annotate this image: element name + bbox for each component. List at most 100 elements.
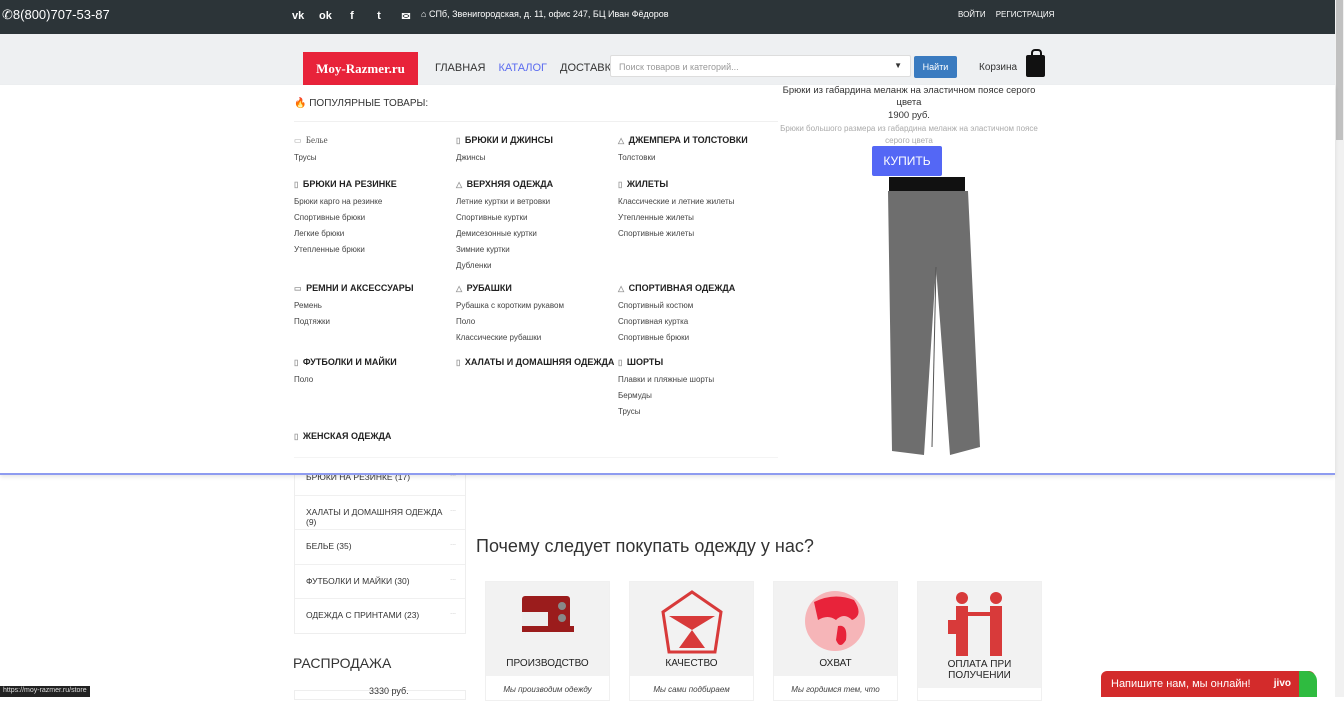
divider bbox=[294, 457, 778, 458]
phone-number[interactable]: ✆8(800)707-53-87 bbox=[2, 7, 110, 23]
sale-heading: РАСПРОДАЖА bbox=[293, 655, 392, 671]
card-label: ПРОИЗВОДСТВО bbox=[506, 658, 589, 669]
menu-item[interactable]: Классические и летние жилеты bbox=[618, 197, 778, 206]
sidebar-item[interactable]: ОДЕЖДА С ПРИНТАМИ (23) bbox=[295, 598, 465, 633]
divider bbox=[294, 121, 778, 122]
menu-item[interactable]: Классические рубашки bbox=[456, 333, 616, 342]
category-title: РЕМНИ И АКСЕССУАРЫ bbox=[306, 283, 414, 293]
menu-item[interactable]: Дубленки bbox=[456, 261, 616, 270]
category-heading[interactable]: ▯ ШОРТЫ bbox=[618, 357, 778, 367]
logo[interactable]: Moy-Razmer.ru bbox=[303, 52, 418, 85]
chat-widget[interactable]: Напишите нам, мы онлайн! jivo bbox=[1101, 671, 1317, 697]
menu-item[interactable]: Трусы bbox=[618, 407, 778, 416]
menu-item[interactable]: Брюки карго на резинке bbox=[294, 197, 454, 206]
card-label: ОПЛАТА ПРИ ПОЛУЧЕНИИ bbox=[947, 659, 1012, 681]
menu-item[interactable]: Демисезонные куртки bbox=[456, 229, 616, 238]
buy-button[interactable]: КУПИТЬ bbox=[872, 146, 942, 176]
menu-item[interactable]: Поло bbox=[456, 317, 616, 326]
menu-category: ▭ РЕМНИ И АКСЕССУАРЫ Ремень Подтяжки bbox=[294, 283, 454, 333]
cart-link[interactable]: Корзина bbox=[979, 62, 1017, 73]
category-heading[interactable]: △ ДЖЕМПЕРА И ТОЛСТОВКИ bbox=[618, 135, 778, 145]
sidebar-item[interactable]: БЕЛЬЕ (35) bbox=[295, 529, 465, 564]
email-icon[interactable]: ✉ bbox=[400, 10, 412, 23]
category-icon: ▯ bbox=[618, 358, 623, 367]
shopping-bag-icon[interactable] bbox=[1026, 49, 1045, 77]
menu-item[interactable]: Рубашка с коротким рукавом bbox=[456, 301, 616, 310]
category-heading[interactable]: ▯ ХАЛАТЫ И ДОМАШНЯЯ ОДЕЖДА bbox=[456, 357, 616, 367]
product-image-pants[interactable] bbox=[880, 177, 990, 462]
menu-item[interactable]: Утепленные жилеты bbox=[618, 213, 778, 222]
menu-item[interactable]: Легкие брюки bbox=[294, 229, 454, 238]
nav-catalog[interactable]: КАТАЛОГ bbox=[498, 62, 547, 74]
category-heading[interactable]: △ РУБАШКИ bbox=[456, 283, 616, 293]
category-heading[interactable]: △ ВЕРХНЯЯ ОДЕЖДА bbox=[456, 179, 616, 189]
menu-item[interactable]: Толстовки bbox=[618, 153, 778, 162]
menu-category: △ СПОРТИВНАЯ ОДЕЖДА Спортивный костюм Спор… bbox=[618, 283, 778, 349]
search-input[interactable]: Поиск товаров и категорий... ▼ bbox=[610, 55, 911, 77]
category-heading[interactable]: ▯ ЖИЛЕТЫ bbox=[618, 179, 778, 189]
card-description: Мы производим одежду bbox=[503, 685, 592, 694]
menu-item[interactable]: Спортивные брюки bbox=[618, 333, 778, 342]
popular-text: ПОПУЛЯРНЫЕ ТОВАРЫ: bbox=[309, 98, 429, 109]
category-title: ХАЛАТЫ И ДОМАШНЯЯ ОДЕЖДА bbox=[464, 357, 615, 367]
card-label: КАЧЕСТВО bbox=[665, 658, 718, 669]
category-heading[interactable]: ▯ БРЮКИ НА РЕЗИНКЕ bbox=[294, 179, 454, 189]
header: Moy-Razmer.ru ГЛАВНАЯ КАТАЛОГ ДОСТАВКА П… bbox=[0, 34, 1335, 85]
category-heading[interactable]: ▯ ФУТБОЛКИ И МАЙКИ bbox=[294, 357, 454, 367]
menu-item[interactable]: Спортивные жилеты bbox=[618, 229, 778, 238]
category-heading[interactable]: ▯ ЖЕНСКАЯ ОДЕЖДА bbox=[294, 431, 454, 441]
scrollbar[interactable] bbox=[1335, 0, 1344, 697]
scrollbar-thumb[interactable] bbox=[1336, 0, 1343, 140]
home-icon: ⌂ bbox=[421, 9, 427, 19]
menu-item[interactable]: Зимние куртки bbox=[456, 245, 616, 254]
nav-home[interactable]: ГЛАВНАЯ bbox=[435, 62, 485, 74]
category-icon: ▯ bbox=[456, 136, 461, 145]
sewing-machine-icon bbox=[522, 596, 574, 632]
menu-item[interactable]: Плавки и пляжные шорты bbox=[618, 375, 778, 384]
main-nav: ГЛАВНАЯ КАТАЛОГ ДОСТАВКА bbox=[435, 62, 618, 74]
card-production: ПРОИЗВОДСТВО Мы производим одежду bbox=[485, 581, 610, 701]
sidebar-item[interactable]: ХАЛАТЫ И ДОМАШНЯЯ ОДЕЖДА (9) bbox=[295, 494, 465, 530]
facebook-icon[interactable]: f bbox=[346, 10, 358, 23]
vk-icon[interactable]: vk bbox=[292, 10, 304, 23]
sidebar-item[interactable]: ФУТБОЛКИ И МАЙКИ (30) bbox=[295, 563, 465, 599]
odnoklassniki-icon[interactable]: ok bbox=[319, 10, 332, 23]
menu-item[interactable]: Летние куртки и ветровки bbox=[456, 197, 616, 206]
menu-item[interactable]: Трусы bbox=[294, 153, 454, 162]
category-heading[interactable]: ▭ РЕМНИ И АКСЕССУАРЫ bbox=[294, 283, 454, 293]
promo-title[interactable]: Брюки из габардина меланж на эластичном … bbox=[778, 85, 1040, 109]
chevron-down-icon[interactable]: ▼ bbox=[894, 61, 902, 70]
promo-description: Брюки большого размера из габардина мела… bbox=[780, 124, 1038, 145]
menu-category: ▯ ХАЛАТЫ И ДОМАШНЯЯ ОДЕЖДА bbox=[456, 357, 616, 375]
sidebar-categories: БРЮКИ НА РЕЗИНКЕ (17) ХАЛАТЫ И ДОМАШНЯЯ … bbox=[294, 460, 466, 634]
category-heading[interactable]: ▯ БРЮКИ И ДЖИНСЫ bbox=[456, 135, 616, 145]
menu-item[interactable]: Поло bbox=[294, 375, 454, 384]
category-heading[interactable]: ▭ Белье bbox=[294, 135, 454, 145]
social-links: vk ok f t ✉ bbox=[292, 10, 412, 23]
menu-category: ▯ БРЮКИ НА РЕЗИНКЕ Брюки карго на резинке… bbox=[294, 179, 454, 261]
category-icon: △ bbox=[456, 284, 463, 293]
register-link[interactable]: РЕГИСТРАЦИЯ bbox=[996, 10, 1055, 19]
menu-item[interactable]: Спортивный костюм bbox=[618, 301, 778, 310]
globe-icon bbox=[805, 591, 865, 651]
category-icon: ▭ bbox=[294, 136, 302, 145]
menu-item[interactable]: Джинсы bbox=[456, 153, 616, 162]
menu-item[interactable]: Бермуды bbox=[618, 391, 778, 400]
menu-item[interactable]: Утепленные брюки bbox=[294, 245, 454, 254]
login-link[interactable]: ВОЙТИ bbox=[958, 10, 986, 19]
menu-item[interactable]: Спортивные куртки bbox=[456, 213, 616, 222]
category-title: ШОРТЫ bbox=[626, 357, 664, 367]
menu-item[interactable]: Спортивные брюки bbox=[294, 213, 454, 222]
category-title: БРЮКИ И ДЖИНСЫ bbox=[464, 135, 553, 145]
menu-item[interactable]: Спортивная куртка bbox=[618, 317, 778, 326]
menu-item[interactable]: Ремень bbox=[294, 301, 454, 310]
search-button[interactable]: Найти bbox=[914, 56, 957, 78]
category-heading[interactable]: △ СПОРТИВНАЯ ОДЕЖДА bbox=[618, 283, 778, 293]
phone-text: 8(800)707-53-87 bbox=[12, 7, 110, 22]
category-icon: ▯ bbox=[294, 180, 299, 189]
twitter-icon[interactable]: t bbox=[373, 10, 385, 23]
address-text: СПб, Звенигородская, д. 11, офис 247, БЦ… bbox=[428, 9, 669, 19]
menu-item[interactable]: Подтяжки bbox=[294, 317, 454, 326]
card-coverage: ОХВАТ Мы гордимся тем, что bbox=[773, 581, 898, 701]
quality-mark-icon bbox=[661, 590, 723, 654]
